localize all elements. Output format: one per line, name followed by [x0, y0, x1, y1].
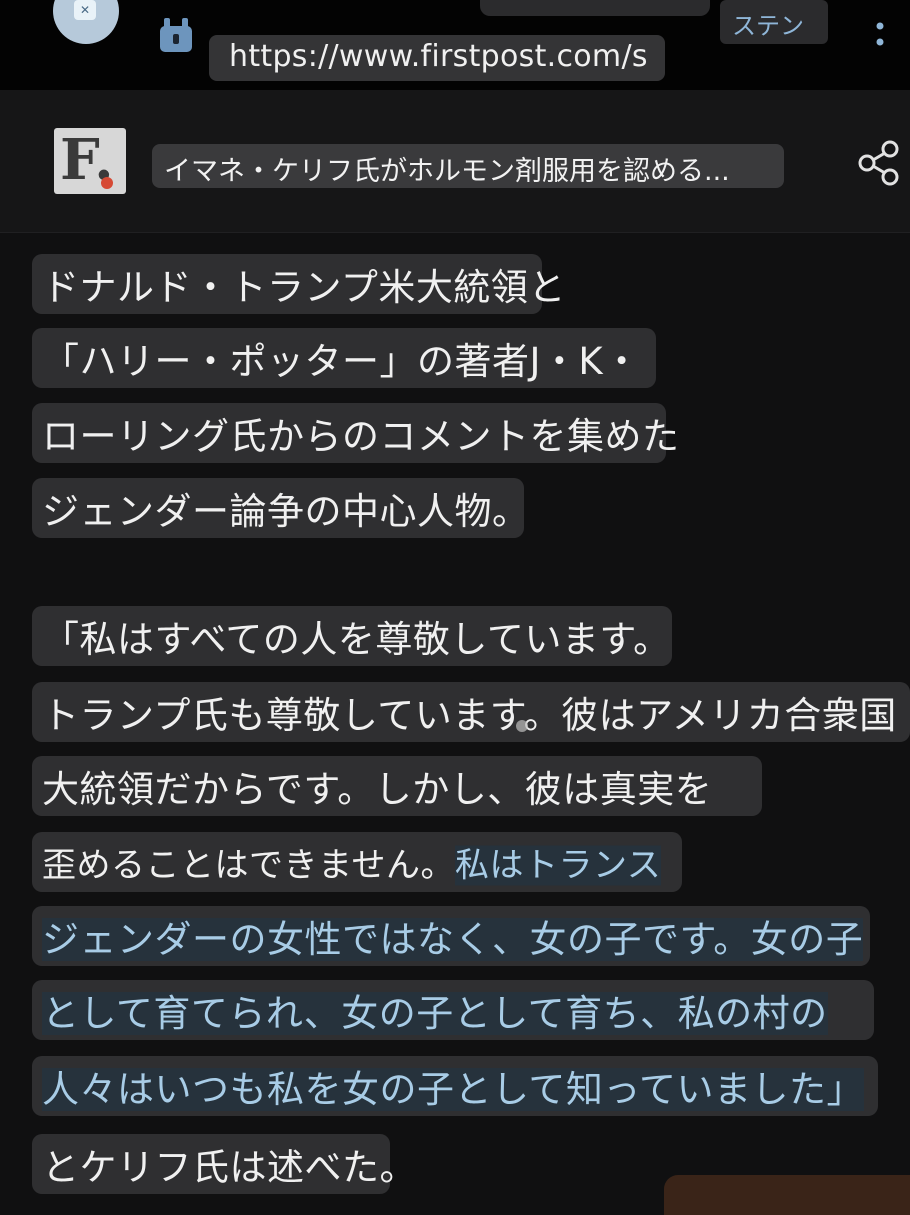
tab-switcher-button[interactable]: ✕ — [53, 0, 119, 44]
article-title-text: イマネ・ケリフ氏がホルモン剤服用を認める... — [164, 156, 730, 187]
body-line: 人々はいつも私を女の子として知っていました」 — [32, 1056, 878, 1116]
body-line-text: 「私はすべての人を尊敬しています。 — [42, 618, 671, 661]
body-line: トランプ氏も尊敬しています。彼はアメリカ合衆国 — [32, 682, 910, 742]
body-line: 大統領だからです。しかし、彼は真実を — [32, 756, 762, 816]
body-line: ローリング氏からのコメントを集めた — [32, 403, 679, 463]
body-line: ドナルド・トランプ米大統領と — [32, 254, 565, 314]
body-line-plain: 歪めることはできません。 — [42, 845, 455, 886]
lock-icon[interactable] — [156, 14, 196, 54]
body-line: 「私はすべての人を尊敬しています。 — [32, 606, 672, 666]
article-title[interactable]: イマネ・ケリフ氏がホルモン剤服用を認める... — [152, 144, 784, 188]
body-line-text: 歪めることはできません。私はトランス — [42, 838, 662, 887]
body-line: 「ハリー・ポッター」の著者J・K・ — [32, 328, 656, 388]
body-line-text: 人々はいつも私を女の子として知っていました」 — [42, 1059, 865, 1113]
body-line: 歪めることはできません。私はトランス — [32, 832, 682, 892]
body-line-text: ジェンダー論争の中心人物。 — [42, 490, 530, 533]
body-line: ジェンダー論争の中心人物。 — [32, 478, 529, 538]
body-line-highlight: ジェンダーの女性ではなく、女の子です。女の子 — [42, 918, 864, 961]
site-logo: F. — [54, 128, 126, 194]
language-chip-label: ステン — [732, 12, 804, 40]
body-line: とケリフ氏は述べた。 — [32, 1134, 417, 1194]
body-line-text: ドナルド・トランプ米大統領と — [42, 266, 566, 309]
body-line-text: 「ハリー・ポッター」の著者J・K・ — [42, 340, 641, 383]
body-line: として育てられ、女の子として育ち、私の村の — [32, 980, 874, 1040]
url-text: https://www.firstpost.com/s — [229, 39, 648, 74]
body-line-text: ローリング氏からのコメントを集めた — [42, 415, 680, 458]
tab-strip-pill — [480, 0, 710, 16]
site-logo-dot — [101, 177, 113, 189]
body-line-text: ジェンダーの女性ではなく、女の子です。女の子 — [42, 909, 864, 963]
browser-toolbar: ✕ https://www.firstpost.com/s ステン — [0, 0, 910, 90]
body-line-highlight: 私はトランス — [454, 845, 662, 886]
body-line: ジェンダーの女性ではなく、女の子です。女の子 — [32, 906, 870, 966]
close-icon: ✕ — [74, 0, 96, 20]
body-line-text: 大統領だからです。しかし、彼は真実を — [42, 768, 713, 811]
share-icon[interactable] — [855, 138, 903, 188]
body-line-highlight: として育てられ、女の子として育ち、私の村の — [42, 992, 828, 1035]
address-bar[interactable]: https://www.firstpost.com/s — [209, 35, 665, 81]
body-line-highlight: 人々はいつも私を女の子として知っていました」 — [42, 1068, 865, 1111]
floating-action-button[interactable] — [664, 1175, 910, 1215]
more-options-icon[interactable] — [870, 16, 890, 56]
cursor-dot — [516, 720, 528, 732]
body-line-text: として育てられ、女の子として育ち、私の村の — [42, 983, 828, 1037]
body-line-text: トランプ氏も尊敬しています。彼はアメリカ合衆国 — [42, 694, 897, 737]
language-chip[interactable]: ステン — [720, 0, 828, 44]
body-line-text: とケリフ氏は述べた。 — [42, 1146, 417, 1189]
